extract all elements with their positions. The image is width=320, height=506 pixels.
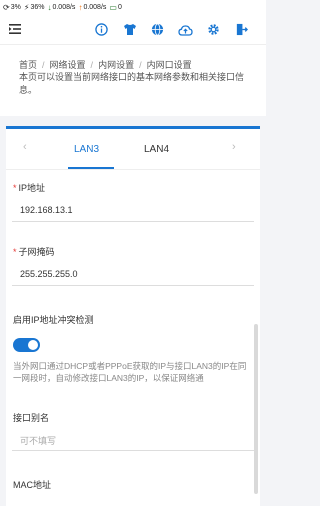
monitor-icon: ▭ xyxy=(109,2,117,12)
lan-config-card: ‹ LAN3 LAN4 › * IP地址 192.168.13.1 * 子网掩码 2… xyxy=(6,126,260,506)
logout-icon[interactable] xyxy=(233,21,250,38)
download-arrow-icon: ↓ xyxy=(47,2,52,12)
mac-address-label: MAC地址 xyxy=(13,480,51,490)
shirt-icon[interactable] xyxy=(121,21,138,38)
status-memory: ⚡ 36% xyxy=(23,2,45,12)
status-upload: ↑ 0.008/s xyxy=(78,2,107,12)
breadcrumb-lan-port-settings: 内网口设置 xyxy=(146,60,192,70)
toolbar-actions xyxy=(93,21,250,38)
upload-arrow-icon: ↑ xyxy=(78,2,83,12)
memory-icon: ⚡ xyxy=(23,2,30,12)
breadcrumb-home[interactable]: 首页 xyxy=(19,60,37,70)
cloud-upload-icon[interactable] xyxy=(177,21,194,38)
globe-icon[interactable] xyxy=(149,21,166,38)
cpu-icon: ⟳ xyxy=(3,2,10,12)
tab-next-icon[interactable]: › xyxy=(232,141,236,153)
status-download: ↓ 0.008/s xyxy=(47,2,76,12)
status-devices: ▭ 0 xyxy=(109,2,122,12)
tab-prev-icon[interactable]: ‹ xyxy=(23,141,27,153)
required-marker: * xyxy=(13,183,17,193)
toggle-knob xyxy=(28,340,38,350)
top-toolbar xyxy=(0,14,266,44)
subnet-mask-field[interactable]: 255.255.255.0 xyxy=(12,264,254,286)
ip-address-label: * IP地址 xyxy=(13,183,46,193)
interface-alias-field[interactable]: 可不填写 xyxy=(12,429,254,451)
tab-lan4[interactable]: LAN4 xyxy=(144,144,169,155)
hamburger-icon[interactable] xyxy=(8,22,22,36)
subnet-mask-label: * 子网掩码 xyxy=(13,247,55,257)
gear-icon[interactable] xyxy=(205,21,222,38)
lan-tabs: ‹ LAN3 LAN4 › xyxy=(6,129,260,170)
active-tab-indicator xyxy=(68,167,114,169)
ip-conflict-label: 启用IP地址冲突检测 xyxy=(13,315,94,325)
breadcrumb-lan-settings[interactable]: 内网设置 xyxy=(98,60,134,70)
page-header-card: 首页 / 网络设置 / 内网设置 / 内网口设置 本页可以设置当前网络接口的基本网络参数和相… xyxy=(0,44,266,116)
info-icon[interactable] xyxy=(93,21,110,38)
status-bar: ⟳ 3% ⚡ 36% ↓ 0.008/s ↑ 0.008/s ▭ 0 xyxy=(0,0,266,14)
ip-address-field[interactable]: 192.168.13.1 xyxy=(12,200,254,222)
breadcrumb-network-settings[interactable]: 网络设置 xyxy=(50,60,86,70)
required-marker: * xyxy=(13,247,17,257)
tab-lan3[interactable]: LAN3 xyxy=(74,144,99,155)
interface-alias-label: 接口别名 xyxy=(13,413,50,423)
page-description: 本页可以设置当前网络接口的基本网络参数和相关接口信息。 xyxy=(19,72,245,95)
scrollbar[interactable] xyxy=(254,324,258,494)
breadcrumb: 首页 / 网络设置 / 内网设置 / 内网口设置 xyxy=(19,60,192,70)
ip-conflict-toggle[interactable] xyxy=(13,338,40,352)
ip-conflict-hint: 当外网口通过DHCP或者PPPoE获取的IP与接口LAN3的IP在同一网段时，自… xyxy=(13,361,247,383)
status-cpu: ⟳ 3% xyxy=(3,2,21,12)
